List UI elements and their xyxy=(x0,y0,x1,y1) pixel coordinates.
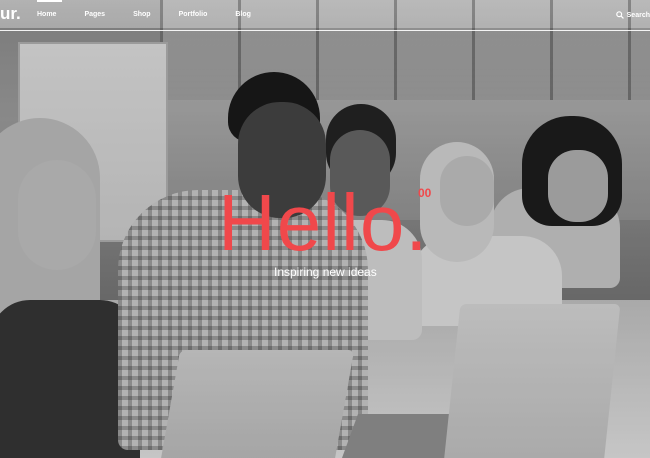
nav-item-home[interactable]: Home xyxy=(37,0,63,30)
site-logo[interactable]: ur. xyxy=(0,4,21,24)
nav-item-blog[interactable]: Blog xyxy=(235,0,251,30)
hero-tagline: Inspiring new ideas xyxy=(274,265,377,279)
search-icon xyxy=(615,11,624,19)
hero-title-superscript: 00 xyxy=(418,186,432,200)
nav-item-portfolio[interactable]: Portfolio xyxy=(179,0,208,30)
search-label: Search xyxy=(626,11,650,19)
top-navigation: ur. Home Pages Shop Portfolio Blog Searc… xyxy=(0,0,650,31)
search-button[interactable]: Search xyxy=(615,0,650,30)
nav-item-pages[interactable]: Pages xyxy=(84,0,105,30)
hero-title: Hello. xyxy=(218,178,429,267)
main-menu: Home Pages Shop Portfolio Blog xyxy=(37,0,279,30)
nav-item-shop[interactable]: Shop xyxy=(133,0,151,30)
